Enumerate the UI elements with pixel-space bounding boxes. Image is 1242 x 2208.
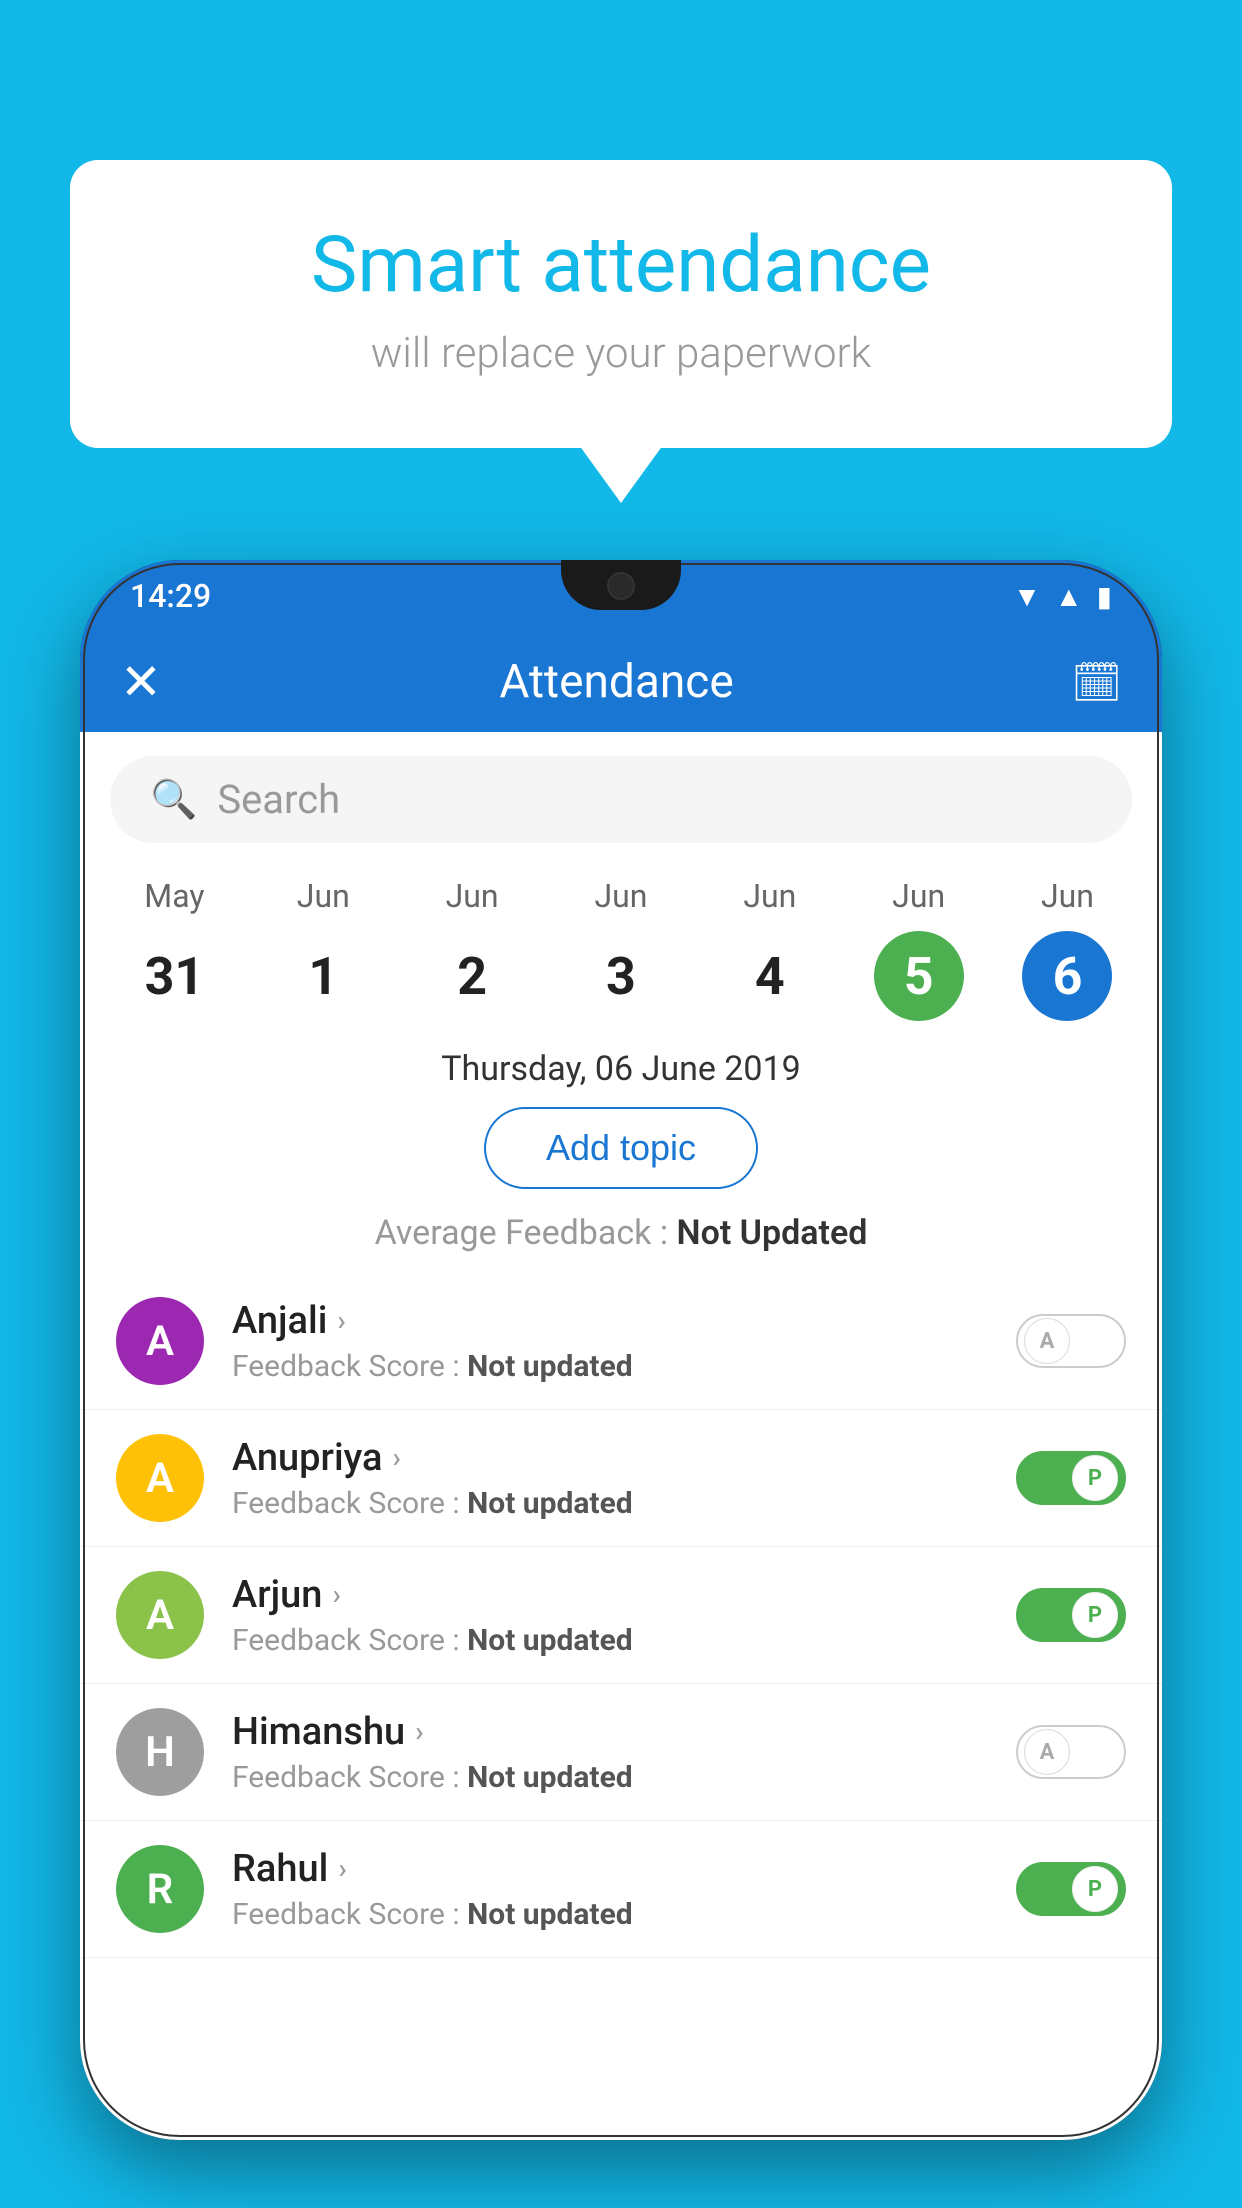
screen-content: 🔍 Search May 31 Jun 1 Jun 2 Jun 3 Jun 4 Jun 5 Jun 6 T… [80,732,1162,2140]
avg-feedback: Average Feedback : Not Updated [80,1213,1162,1253]
avg-feedback-label: Average Feedback : [375,1213,677,1253]
cal-day-number[interactable]: 5 [874,931,964,1021]
add-topic-button[interactable]: Add topic [484,1107,758,1189]
avatar: A [116,1434,204,1522]
date-label: Thursday, 06 June 2019 [80,1021,1162,1107]
cal-day[interactable]: Jun 4 [705,877,835,1021]
feedback-score: Feedback Score : Not updated [232,1623,988,1658]
student-info: Anjali › Feedback Score : Not updated [232,1299,988,1384]
avatar: A [116,1297,204,1385]
avg-feedback-value: Not Updated [677,1213,868,1253]
student-name: Anjali › [232,1299,988,1343]
chevron-right-icon: › [338,1852,346,1885]
avatar: A [116,1571,204,1659]
student-name: Rahul › [232,1847,988,1891]
attendance-toggle[interactable]: P [1016,1588,1126,1642]
student-row[interactable]: A Anupriya › Feedback Score : Not updated P [80,1410,1162,1547]
calendar-strip: May 31 Jun 1 Jun 2 Jun 3 Jun 4 Jun 5 Jun 6 [80,867,1162,1021]
feedback-score: Feedback Score : Not updated [232,1486,988,1521]
cal-month-label: Jun [446,877,499,915]
search-icon: 🔍 [150,778,197,822]
chevron-right-icon: › [332,1578,340,1611]
wifi-icon: ▼ [1013,580,1041,613]
phone-notch [561,560,681,610]
calendar-icon[interactable]: 🗓 [1071,659,1122,706]
student-name: Arjun › [232,1573,988,1617]
student-info: Himanshu › Feedback Score : Not updated [232,1710,988,1795]
cal-day[interactable]: Jun 3 [556,877,686,1021]
cal-day-number[interactable]: 1 [278,931,368,1021]
toggle-knob: P [1072,1592,1118,1638]
student-info: Rahul › Feedback Score : Not updated [232,1847,988,1932]
cal-day-number[interactable]: 31 [129,931,219,1021]
cal-day[interactable]: Jun 2 [407,877,537,1021]
front-camera [607,572,635,600]
cal-day-number[interactable]: 4 [725,931,815,1021]
student-info: Arjun › Feedback Score : Not updated [232,1573,988,1658]
speech-bubble-wrapper: Smart attendance will replace your paper… [70,160,1172,448]
close-button[interactable]: ✕ [120,653,162,712]
avatar: R [116,1845,204,1933]
feedback-score: Feedback Score : Not updated [232,1349,988,1384]
cal-day[interactable]: Jun 5 [854,877,984,1021]
cal-day-number[interactable]: 3 [576,931,666,1021]
cal-month-label: May [144,877,204,915]
toggle-knob: A [1024,1318,1070,1364]
cal-day[interactable]: Jun 1 [258,877,388,1021]
cal-month-label: Jun [743,877,796,915]
search-placeholder: Search [217,776,340,823]
student-row[interactable]: R Rahul › Feedback Score : Not updated P [80,1821,1162,1958]
cal-month-label: Jun [594,877,647,915]
chevron-right-icon: › [392,1441,400,1474]
header-title: Attendance [499,655,733,709]
battery-icon: ▮ [1097,580,1112,613]
toggle-knob: P [1072,1455,1118,1501]
student-row[interactable]: A Anjali › Feedback Score : Not updated A [80,1273,1162,1410]
phone-frame: 14:29 ▼ ▲ ▮ ✕ Attendance 🗓 🔍 Search [80,560,1162,2140]
app-header: ✕ Attendance 🗓 [80,632,1162,732]
cal-month-label: Jun [297,877,350,915]
attendance-toggle[interactable]: A [1016,1725,1126,1779]
cal-day[interactable]: Jun 6 [1002,877,1132,1021]
avatar: H [116,1708,204,1796]
cal-day-number[interactable]: 2 [427,931,517,1021]
student-row[interactable]: A Arjun › Feedback Score : Not updated P [80,1547,1162,1684]
student-info: Anupriya › Feedback Score : Not updated [232,1436,988,1521]
toggle-knob: P [1072,1866,1118,1912]
signal-icon: ▲ [1055,580,1083,613]
attendance-toggle[interactable]: A [1016,1314,1126,1368]
attendance-toggle[interactable]: P [1016,1862,1126,1916]
toggle-knob: A [1024,1729,1070,1775]
speech-bubble: Smart attendance will replace your paper… [70,160,1172,448]
chevron-right-icon: › [415,1715,423,1748]
attendance-toggle[interactable]: P [1016,1451,1126,1505]
student-name: Himanshu › [232,1710,988,1754]
phone-wrapper: 14:29 ▼ ▲ ▮ ✕ Attendance 🗓 🔍 Search [80,560,1162,2208]
cal-day-number[interactable]: 6 [1022,931,1112,1021]
student-row[interactable]: H Himanshu › Feedback Score : Not updated A [80,1684,1162,1821]
cal-day[interactable]: May 31 [109,877,239,1021]
feedback-score: Feedback Score : Not updated [232,1897,988,1932]
student-list: AAnjali ›Feedback Score : Not updatedAAA… [80,1273,1162,1958]
status-time: 14:29 [130,577,211,615]
chevron-right-icon: › [337,1304,345,1337]
status-icons: ▼ ▲ ▮ [1013,580,1112,613]
cal-month-label: Jun [1041,877,1094,915]
search-bar[interactable]: 🔍 Search [110,756,1132,843]
cal-month-label: Jun [892,877,945,915]
student-name: Anupriya › [232,1436,988,1480]
bubble-subtitle: will replace your paperwork [150,329,1092,378]
feedback-score: Feedback Score : Not updated [232,1760,988,1795]
bubble-title: Smart attendance [150,220,1092,311]
